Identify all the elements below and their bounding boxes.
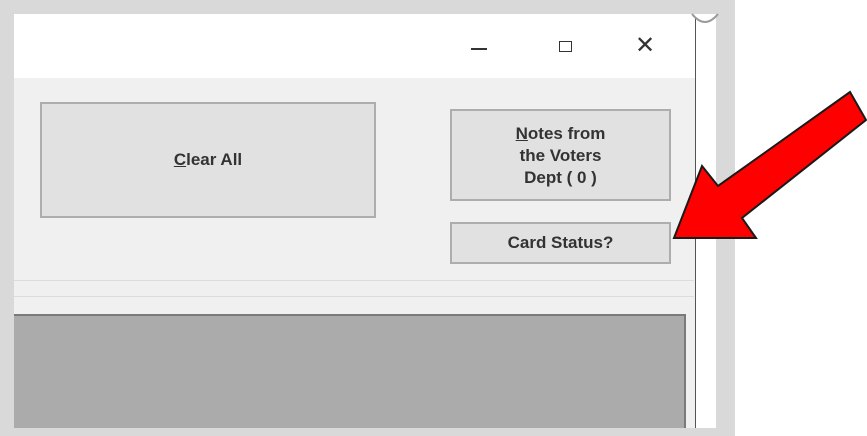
title-bar: ✕: [14, 14, 696, 78]
card-status-button[interactable]: Card Status?: [450, 222, 671, 264]
minimize-button[interactable]: [456, 14, 502, 78]
minimize-icon: [471, 48, 487, 50]
clear-all-button[interactable]: Clear All: [40, 102, 376, 218]
card-status-label: Card Status?: [507, 233, 614, 252]
close-button[interactable]: ✕: [622, 14, 668, 78]
notes-from-voters-dept-button[interactable]: Notes from the Voters Dept ( 0 ): [450, 109, 671, 201]
app-window: ✕ Clear All Notes from the Voters Dept (…: [14, 14, 696, 428]
separator: [14, 296, 694, 297]
maximize-button[interactable]: [542, 14, 588, 78]
separator: [14, 280, 694, 281]
frame-border-left: [0, 0, 14, 436]
frame-border-top: [0, 0, 735, 14]
notes-button-label: Notes from the Voters Dept ( 0 ): [515, 124, 606, 187]
red-arrow-annotation-icon: [672, 90, 867, 239]
content-panel: [14, 314, 686, 428]
maximize-icon: [558, 40, 572, 52]
close-icon: ✕: [634, 32, 656, 59]
frame-border-bottom: [0, 428, 735, 436]
clear-all-label: Clear All: [173, 150, 243, 169]
resize-knob-icon: [691, 13, 719, 23]
